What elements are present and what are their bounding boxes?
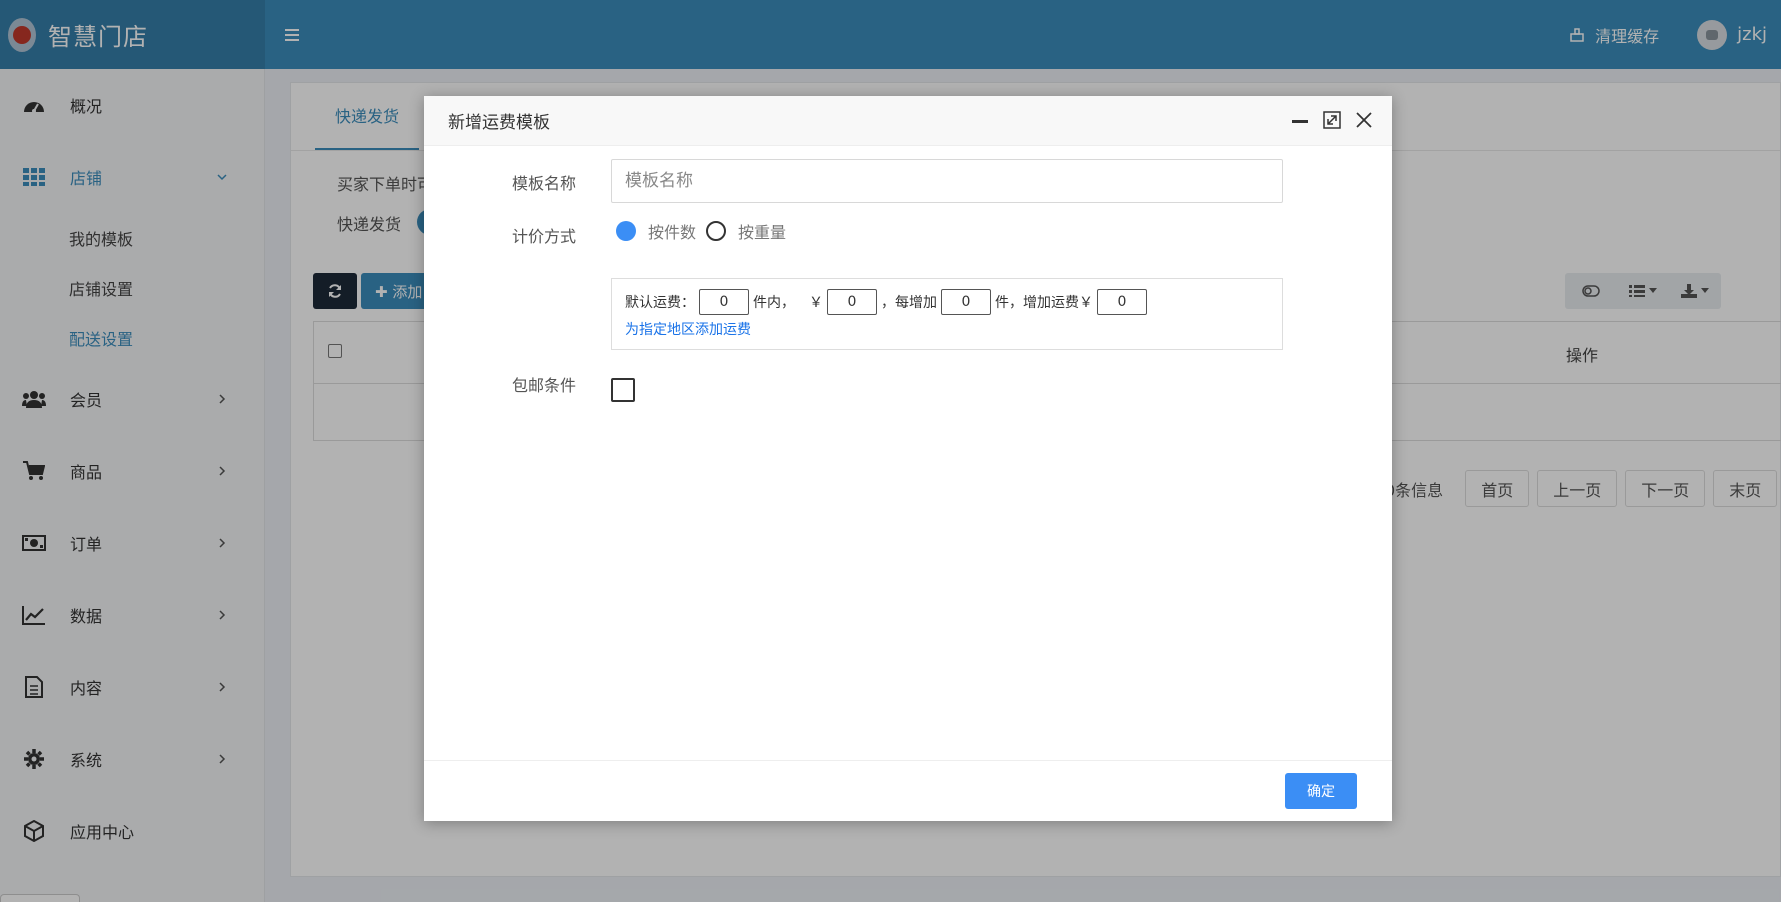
dialog-controls <box>1290 110 1374 130</box>
radio-by-count-label[interactable]: 按件数 <box>648 219 696 243</box>
dialog-header: 新增运费模板 <box>424 96 1392 146</box>
add-region-fee-link[interactable]: 为指定地区添加运费 <box>625 319 751 339</box>
template-name-label: 模板名称 <box>512 174 577 193</box>
add-price-input[interactable] <box>1097 289 1147 315</box>
pricing-method-group: 按件数 按重量 <box>616 219 796 243</box>
yen-label: ￥ <box>809 295 823 311</box>
free-shipping-label: 包邮条件 <box>512 376 577 395</box>
minimize-icon[interactable] <box>1290 110 1310 130</box>
each-add-label: ，每增加 <box>881 295 937 311</box>
default-fee-label: 默认运费： <box>625 295 695 311</box>
shipping-template-dialog: 新增运费模板 模板名称 计价方式 按件数 按重量 默认运费： <box>424 96 1392 821</box>
free-shipping-checkbox[interactable] <box>611 378 635 402</box>
default-price-input[interactable] <box>827 289 877 315</box>
default-count-input[interactable] <box>699 289 749 315</box>
radio-by-weight[interactable] <box>706 221 727 241</box>
radio-by-weight-label[interactable]: 按重量 <box>738 219 786 243</box>
dialog-body: 模板名称 计价方式 按件数 按重量 默认运费： 件内， ￥ ，每增加 件，增加运… <box>424 146 1392 760</box>
default-fee-box: 默认运费： 件内， ￥ ，每增加 件，增加运费￥ 为指定地区添加运费 <box>611 278 1283 350</box>
pricing-method-label: 计价方式 <box>512 227 577 246</box>
default-fee-row: 默认运费： 件内， ￥ ，每增加 件，增加运费￥ <box>625 289 1269 315</box>
confirm-button[interactable]: 确定 <box>1285 773 1357 809</box>
radio-by-count[interactable] <box>616 221 636 241</box>
add-count-input[interactable] <box>941 289 991 315</box>
dialog-footer: 确定 <box>424 760 1392 821</box>
add-fee-label: 件，增加运费￥ <box>995 295 1093 311</box>
template-name-input[interactable] <box>611 159 1283 203</box>
close-icon[interactable] <box>1354 110 1374 130</box>
maximize-icon[interactable] <box>1322 110 1342 130</box>
dialog-title: 新增运费模板 <box>448 113 550 133</box>
within-label: 件内， <box>753 295 795 311</box>
